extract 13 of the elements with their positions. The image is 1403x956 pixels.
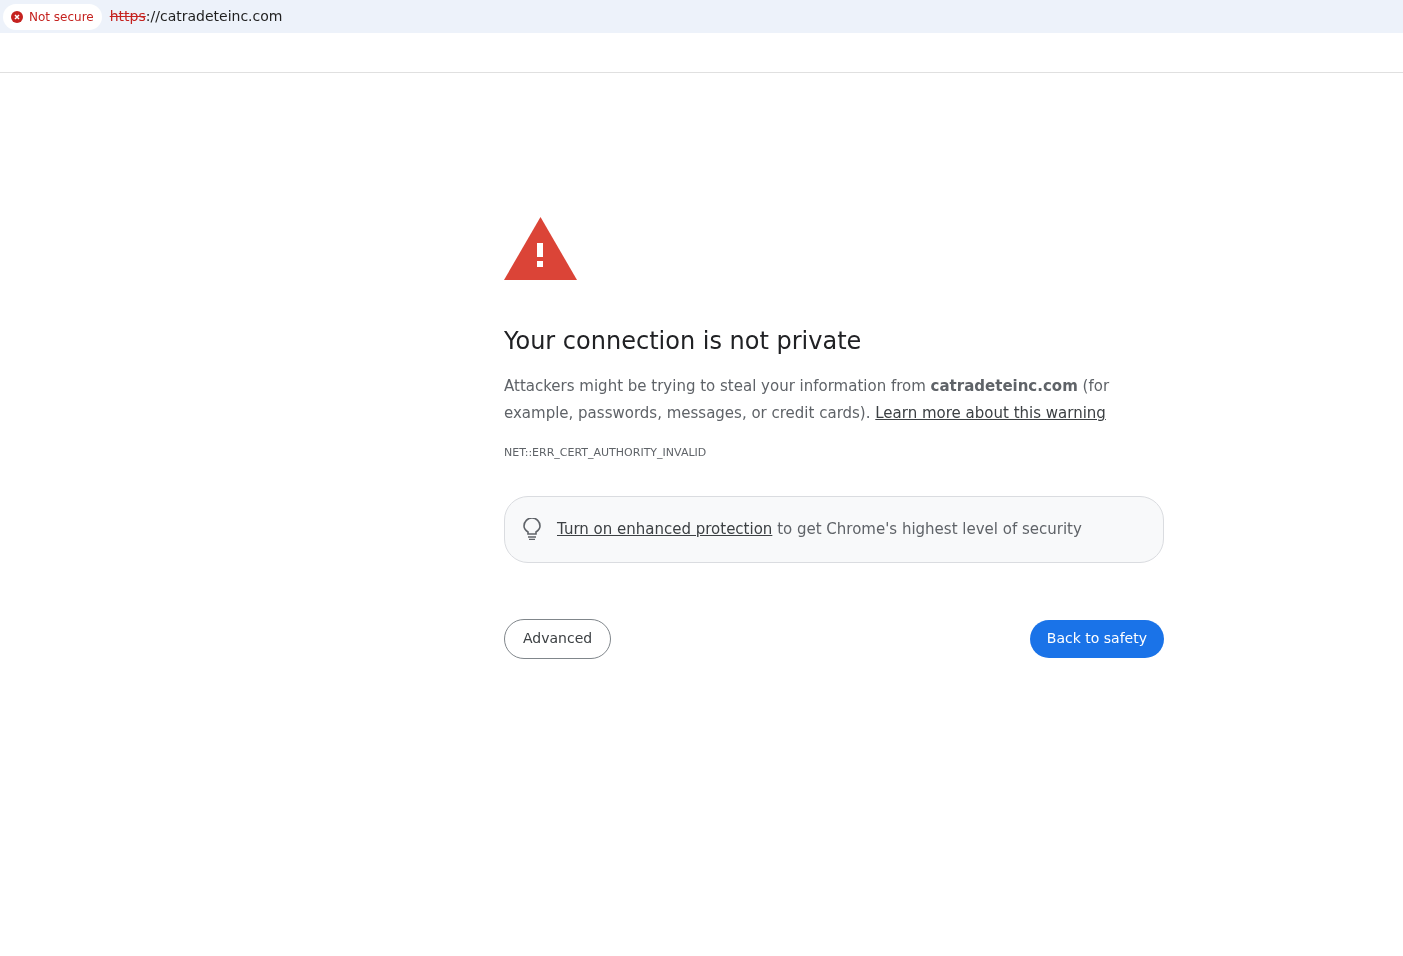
url-field[interactable]: https://catradeteinc.com: [109, 6, 283, 27]
page-title: Your connection is not private: [504, 326, 863, 357]
learn-more-link[interactable]: Learn more about this warning: [875, 404, 1106, 422]
lightbulb-icon: [523, 518, 541, 540]
back-to-safety-button[interactable]: Back to safety: [1029, 619, 1164, 658]
advanced-button[interactable]: Advanced: [504, 618, 612, 659]
enhanced-protection-link[interactable]: Turn on enhanced protection: [557, 519, 773, 538]
hint-text: Turn on enhanced protection to get Chrome's highest level of security: [557, 518, 1082, 540]
security-chip[interactable]: Not secure: [3, 3, 102, 30]
error-code: NET::ERR_CERT_AUTHORITY_INVALID: [504, 445, 708, 461]
error-icon: [11, 10, 23, 23]
warning-message: Attackers might be trying to steal your information from catradeteinc.com (for example, passwords, messages, or credit cards). Learn more about this warning: [504, 376, 1111, 424]
warning-icon: [504, 217, 577, 281]
